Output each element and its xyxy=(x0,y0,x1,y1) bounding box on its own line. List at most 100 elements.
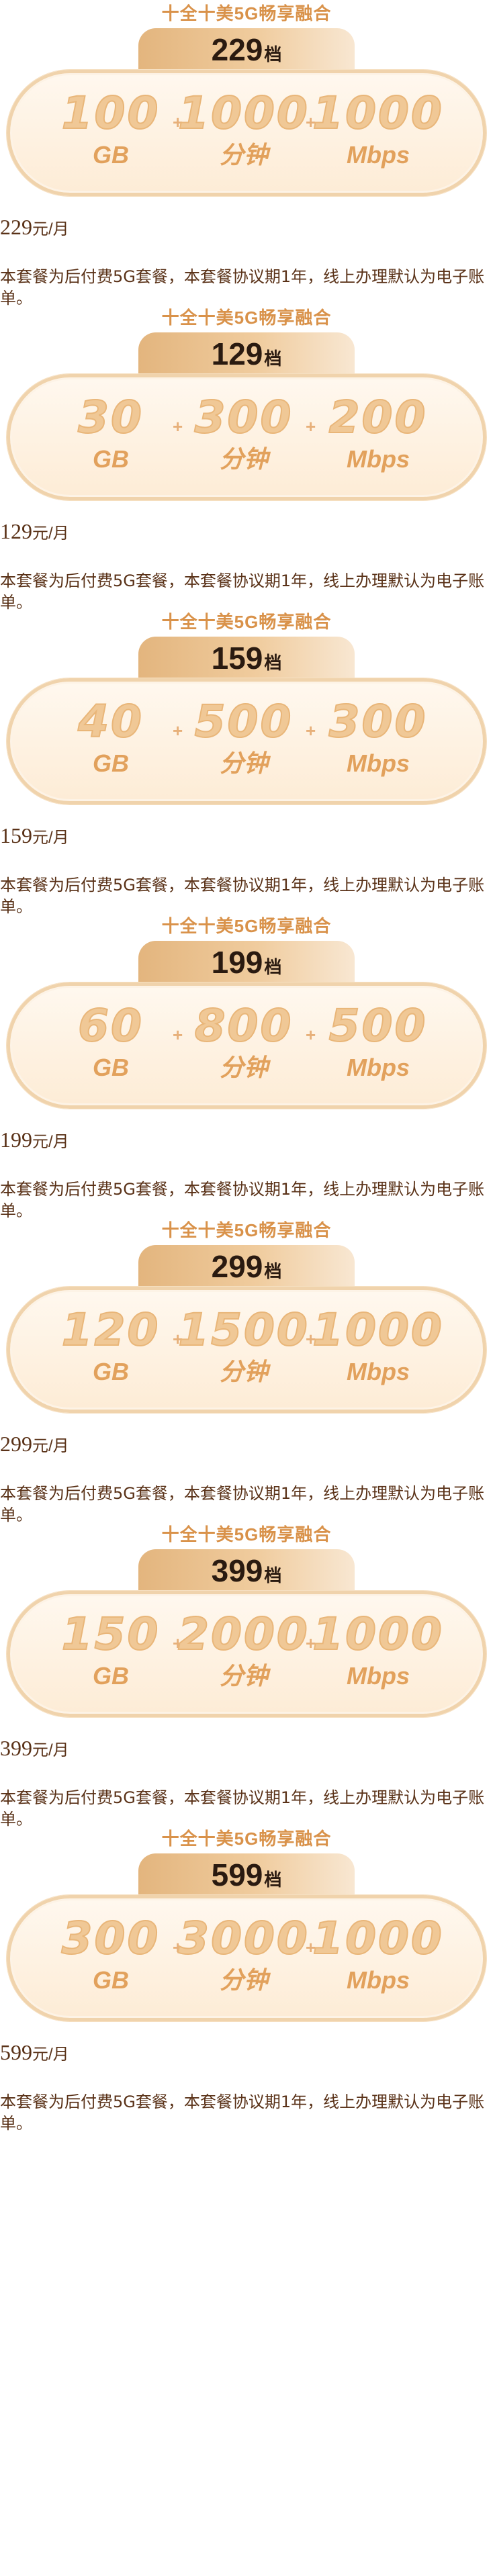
tier-value: 599 xyxy=(211,1857,263,1892)
plan-title: 十全十美5G畅享融合 xyxy=(161,1220,332,1240)
data-unit: GB xyxy=(93,1054,129,1081)
tier-unit: 档 xyxy=(264,957,282,977)
data-value: 150 xyxy=(61,1608,161,1661)
price-unit: 元/月 xyxy=(32,1741,69,1759)
price-value: 229 xyxy=(0,215,32,239)
plan-card[interactable]: 十全十美5G畅享融合 599档 300 GB + 3000 分钟 + 1000 … xyxy=(0,1825,493,2196)
tier-tab: 229档 xyxy=(138,28,355,70)
voice-allowance: 800 分钟 xyxy=(177,1000,311,1083)
broadband-value: 200 xyxy=(328,392,428,444)
voice-value: 500 xyxy=(194,696,294,748)
broadband-value: 300 xyxy=(328,696,428,748)
tier-unit: 档 xyxy=(264,653,282,673)
tier-tab: 199档 xyxy=(138,941,355,982)
voice-unit: 分钟 xyxy=(219,1054,268,1081)
tier-unit: 档 xyxy=(264,1870,282,1890)
voice-unit: 分钟 xyxy=(219,1966,268,1994)
broadband-value: 500 xyxy=(328,1000,428,1052)
price-unit: 元/月 xyxy=(32,524,69,543)
price-unit: 元/月 xyxy=(32,220,69,238)
voice-allowance: 1000 分钟 xyxy=(177,87,311,170)
broadband-speed: 1000 Mbps xyxy=(311,87,445,170)
tier-tab: 299档 xyxy=(138,1245,355,1287)
price-value: 129 xyxy=(0,519,32,543)
broadband-unit: Mbps xyxy=(347,1054,410,1081)
tier-unit: 档 xyxy=(264,349,282,369)
data-value: 40 xyxy=(77,696,144,748)
data-value: 60 xyxy=(77,1000,144,1052)
broadband-value: 1000 xyxy=(312,1304,444,1356)
plan-description: 本套餐为后付费5G套餐，本套餐协议期1年，线上办理默认为电子账单。 xyxy=(0,571,485,612)
voice-unit: 分钟 xyxy=(219,445,268,473)
plan-benefits-capsule: 100 GB + 1000 分钟 + 1000 Mbps xyxy=(7,70,486,196)
data-value: 100 xyxy=(61,87,161,140)
voice-allowance: 500 分钟 xyxy=(177,696,311,778)
plan-benefits-capsule: 40 GB + 500 分钟 + 300 Mbps xyxy=(7,678,486,804)
tier-tab: 599档 xyxy=(138,1853,355,1895)
broadband-unit: Mbps xyxy=(347,1662,410,1690)
data-value: 30 xyxy=(77,392,144,444)
broadband-speed: 1000 Mbps xyxy=(311,1304,445,1387)
data-unit: GB xyxy=(93,1662,129,1690)
price-unit: 元/月 xyxy=(32,1437,69,1455)
voice-allowance: 2000 分钟 xyxy=(177,1608,311,1691)
plan-price: 229元/月 xyxy=(0,215,69,239)
plan-price: 199元/月 xyxy=(0,1128,69,1152)
data-allowance: 150 GB xyxy=(44,1608,178,1691)
price-value: 159 xyxy=(0,823,32,847)
price-value: 299 xyxy=(0,1432,32,1456)
broadband-unit: Mbps xyxy=(347,141,410,169)
price-value: 199 xyxy=(0,1128,32,1152)
plan-description: 本套餐为后付费5G套餐，本套餐协议期1年，线上办理默认为电子账单。 xyxy=(0,267,485,308)
price-value: 599 xyxy=(0,2040,32,2064)
tier-value: 299 xyxy=(211,1249,263,1284)
plan-title: 十全十美5G畅享融合 xyxy=(161,1829,332,1849)
plan-description: 本套餐为后付费5G套餐，本套餐协议期1年，线上办理默认为电子账单。 xyxy=(0,1180,485,1220)
plan-description: 本套餐为后付费5G套餐，本套餐协议期1年，线上办理默认为电子账单。 xyxy=(0,1788,485,1829)
plan-price: 299元/月 xyxy=(0,1432,69,1456)
price-value: 399 xyxy=(0,1736,32,1760)
plan-title: 十全十美5G畅享融合 xyxy=(161,916,332,936)
voice-allowance: 300 分钟 xyxy=(177,392,311,474)
broadband-speed: 500 Mbps xyxy=(311,1000,445,1083)
broadband-speed: 300 Mbps xyxy=(311,696,445,778)
broadband-unit: Mbps xyxy=(347,445,410,473)
data-unit: GB xyxy=(93,749,129,777)
tier-value: 199 xyxy=(211,945,263,980)
tier-unit: 档 xyxy=(264,1565,282,1585)
plan-price: 599元/月 xyxy=(0,2040,69,2064)
tier-value: 129 xyxy=(211,336,263,371)
tier-value: 159 xyxy=(211,641,263,676)
voice-allowance: 1500 分钟 xyxy=(177,1304,311,1387)
plan-benefits-capsule: 30 GB + 300 分钟 + 200 Mbps xyxy=(7,374,486,500)
voice-value: 2000 xyxy=(177,1608,310,1661)
broadband-value: 1000 xyxy=(312,87,444,140)
tier-unit: 档 xyxy=(264,44,282,64)
price-unit: 元/月 xyxy=(32,829,69,847)
broadband-unit: Mbps xyxy=(347,749,410,777)
data-allowance: 40 GB xyxy=(44,696,178,778)
plan-benefits-capsule: 60 GB + 800 分钟 + 500 Mbps xyxy=(7,982,486,1109)
data-allowance: 30 GB xyxy=(44,392,178,474)
plan-list: 十全十美5G畅享融合 229档 100 GB + 1000 分钟 + 1000 … xyxy=(0,0,493,2576)
broadband-speed: 200 Mbps xyxy=(311,392,445,474)
data-allowance: 100 GB xyxy=(44,87,178,170)
voice-unit: 分钟 xyxy=(219,141,268,169)
plan-title: 十全十美5G畅享融合 xyxy=(161,1524,332,1545)
voice-value: 800 xyxy=(194,1000,294,1052)
broadband-unit: Mbps xyxy=(347,1358,410,1385)
data-unit: GB xyxy=(93,1358,129,1385)
broadband-speed: 1000 Mbps xyxy=(311,1913,445,1995)
plan-title: 十全十美5G畅享融合 xyxy=(161,3,332,24)
tier-unit: 档 xyxy=(264,1261,282,1281)
tier-tab: 159档 xyxy=(138,637,355,678)
tier-value: 399 xyxy=(211,1553,263,1588)
price-unit: 元/月 xyxy=(32,1133,69,1151)
broadband-unit: Mbps xyxy=(347,1966,410,1994)
broadband-value: 1000 xyxy=(312,1913,444,1965)
broadband-speed: 1000 Mbps xyxy=(311,1608,445,1691)
plan-description: 本套餐为后付费5G套餐，本套餐协议期1年，线上办理默认为电子账单。 xyxy=(0,2092,485,2133)
plan-benefits-capsule: 150 GB + 2000 分钟 + 1000 Mbps xyxy=(7,1591,486,1717)
data-value: 300 xyxy=(61,1913,161,1965)
voice-value: 1500 xyxy=(177,1304,310,1356)
